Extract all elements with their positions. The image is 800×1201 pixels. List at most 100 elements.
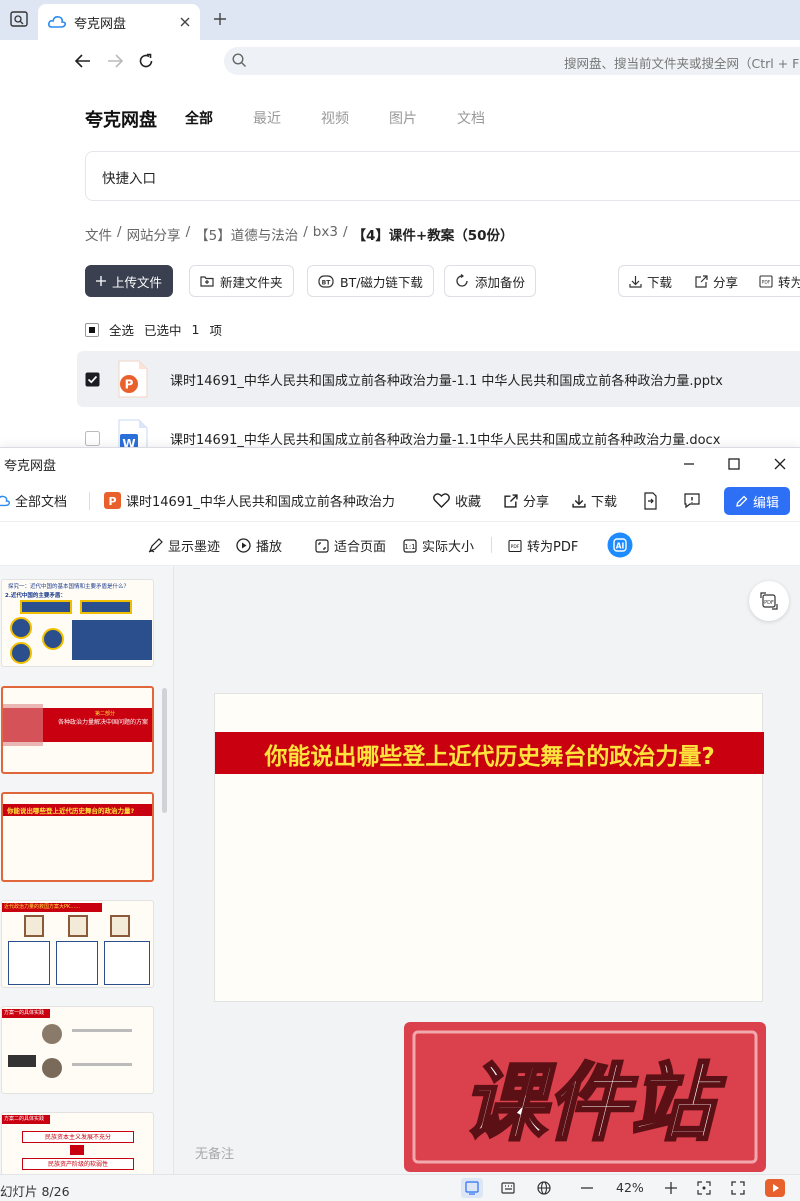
new-folder-label: 新建文件夹 (220, 274, 283, 290)
slide-thumbnail[interactable]: 探究一：近代中国的基本国情和主要矛盾是什么？ 2.近代中国的主要矛盾： (1, 579, 154, 667)
slide-thumbnail[interactable]: 第二部分 各种政治力量解决中国问题的方案 (1, 686, 154, 774)
document-viewer-window: 夸克网盘 全部文档 P 课时14691_中华人民共和国成立前各种政治力 收藏 分… (0, 447, 800, 1201)
slide-thumbnail[interactable]: 方案一的具体实践 (1, 1006, 154, 1094)
breadcrumb-item[interactable]: 文件 (85, 224, 112, 244)
file-name[interactable]: 课时14691_中华人民共和国成立前各种政治力量-1.1 中华人民共和国成立前各… (170, 370, 723, 389)
breadcrumb-item[interactable]: 【5】道德与法治 (195, 224, 298, 244)
to-pdf-button[interactable]: PDF 转为PDF (508, 536, 578, 555)
viewer-share-button[interactable]: 分享 (504, 491, 549, 510)
add-backup-label: 添加备份 (475, 274, 526, 290)
notes-area[interactable]: 无备注 (195, 1143, 234, 1162)
grid-view-icon[interactable] (497, 1178, 519, 1198)
edit-button[interactable]: 编辑 (724, 487, 790, 515)
thumb-box (72, 620, 152, 660)
fit-screen-icon[interactable] (693, 1178, 715, 1198)
thumb-heading: 方案一的具体实践 (4, 1010, 45, 1016)
slide-thumbnail-current[interactable]: 你能说出哪些登上近代历史舞台的政治力量? (1, 792, 154, 882)
select-all-checkbox[interactable] (85, 322, 99, 337)
file-name[interactable]: 课时14691_中华人民共和国成立前各种政治力量-1.1中华人民共和国成立前各种… (170, 429, 720, 448)
drive-logo[interactable]: 夸克网盘 (85, 106, 157, 132)
thumbnail-scrollbar[interactable] (162, 688, 167, 813)
new-folder-button[interactable]: 新建文件夹 (189, 265, 294, 297)
new-tab-icon[interactable] (208, 8, 232, 30)
tab-video[interactable]: 视频 (321, 108, 349, 128)
breadcrumb-separator: / (117, 224, 122, 240)
tab-all[interactable]: 全部 (185, 108, 213, 128)
actual-size-button[interactable]: 1:1 实际大小 (403, 536, 474, 555)
tab-docs[interactable]: 文档 (457, 108, 485, 128)
bt-download-button[interactable]: BT BT/磁力链下载 (307, 265, 434, 297)
zoom-level[interactable]: 42% (616, 1180, 644, 1195)
svg-text:P: P (125, 378, 134, 392)
toolbar-divider (89, 492, 90, 510)
viewer-share-label: 分享 (523, 495, 550, 510)
tab-search-icon[interactable] (6, 8, 32, 30)
heart-icon (433, 493, 450, 508)
tab-title: 夸克网盘 (74, 16, 127, 32)
back-arrow-icon[interactable] (72, 50, 94, 72)
fit-page-button[interactable]: 适合页面 (315, 536, 386, 555)
select-all-label[interactable]: 全选 (109, 320, 134, 339)
play-button[interactable]: 播放 (236, 536, 282, 555)
viewer-download-button[interactable]: 下载 (572, 491, 617, 510)
favorite-button[interactable]: 收藏 (433, 491, 481, 510)
breadcrumb: 文件 / 网站分享 / 【5】道德与法治 / bx3/ 【4】课件+教案（50份） (85, 224, 514, 244)
address-placeholder: 搜网盘、搜当前文件夹或搜全网（Ctrl + F） (564, 56, 800, 71)
thumb-calligraphy (8, 1055, 36, 1067)
doc-title-tab[interactable]: P 课时14691_中华人民共和国成立前各种政治力 (104, 491, 395, 510)
maximize-icon[interactable] (721, 452, 747, 476)
slide-title: 你能说出哪些登上近代历史舞台的政治力量? (264, 744, 715, 770)
normal-view-icon[interactable] (461, 1178, 483, 1198)
tab-images[interactable]: 图片 (389, 108, 417, 128)
breadcrumb-item[interactable]: bx3 (313, 224, 338, 244)
file-checkbox[interactable] (85, 431, 100, 446)
share-button[interactable]: 分享 (695, 266, 738, 296)
slideshow-play-icon[interactable] (764, 1178, 786, 1198)
cloud-logo-icon (48, 16, 66, 28)
download-button[interactable]: 下载 (629, 266, 672, 296)
fit-page-label: 适合页面 (334, 540, 387, 555)
convert-button[interactable]: PDF 转为 (759, 266, 800, 296)
to-pdf-label: 转为PDF (527, 540, 579, 555)
pptx-file-icon: P (117, 360, 149, 398)
forward-arrow-icon[interactable] (104, 50, 126, 72)
toolbar-divider (491, 537, 492, 553)
breadcrumb-item[interactable]: 网站分享 (127, 224, 181, 244)
svg-text:P: P (108, 495, 116, 508)
selected-count: 1 (191, 322, 200, 337)
zoom-in-icon[interactable] (660, 1178, 682, 1198)
file-checkbox-checked[interactable] (85, 372, 100, 387)
pencil-icon (736, 495, 748, 507)
page-tool-icon[interactable]: PDF (749, 581, 789, 621)
show-ink-button[interactable]: 显示墨迹 (148, 536, 220, 555)
minimize-icon[interactable] (676, 452, 702, 476)
feedback-icon[interactable] (683, 492, 701, 509)
file-row[interactable]: P 课时14691_中华人民共和国成立前各种政治力量-1.1 中华人民共和国成立… (77, 351, 800, 407)
close-tab-icon[interactable] (180, 17, 190, 27)
upload-label: 上传文件 (111, 274, 162, 290)
zoom-out-icon[interactable] (576, 1178, 598, 1198)
file-action-group: 下载 分享 PDF 转为 (618, 265, 800, 297)
svg-text:AI: AI (616, 542, 625, 551)
download-label: 下载 (647, 274, 673, 290)
svg-text:PDF: PDF (511, 544, 520, 550)
slide-thumbnail[interactable]: 方案二的具体实践 民族资本主义发展不充分 民族资产阶级的软弱性 (1, 1112, 154, 1174)
slide-thumbnail[interactable]: 近代政治力量的救国方案大PK…… (1, 900, 154, 988)
thumb-box (80, 600, 132, 614)
ai-assistant-icon[interactable]: AI (607, 532, 633, 558)
upload-button[interactable]: 上传文件 (85, 265, 173, 297)
fullscreen-icon[interactable] (727, 1178, 749, 1198)
browser-tab-active[interactable]: 夸克网盘 (38, 4, 200, 40)
close-window-icon[interactable] (767, 452, 793, 476)
new-folder-icon (200, 276, 214, 287)
export-icon[interactable] (642, 492, 658, 510)
reload-icon[interactable] (135, 50, 157, 72)
all-docs-button[interactable]: 全部文档 (0, 491, 67, 510)
add-backup-button[interactable]: 添加备份 (444, 265, 537, 297)
address-input[interactable]: 搜网盘、搜当前文件夹或搜全网（Ctrl + F） (224, 47, 800, 75)
quick-entry-panel[interactable]: 快捷入口 (85, 151, 800, 201)
globe-icon[interactable] (533, 1178, 555, 1198)
tab-recent[interactable]: 最近 (253, 108, 281, 128)
viewer-status-bar: 幻灯片 8/26 42% (0, 1174, 800, 1201)
share-label: 分享 (713, 274, 739, 290)
